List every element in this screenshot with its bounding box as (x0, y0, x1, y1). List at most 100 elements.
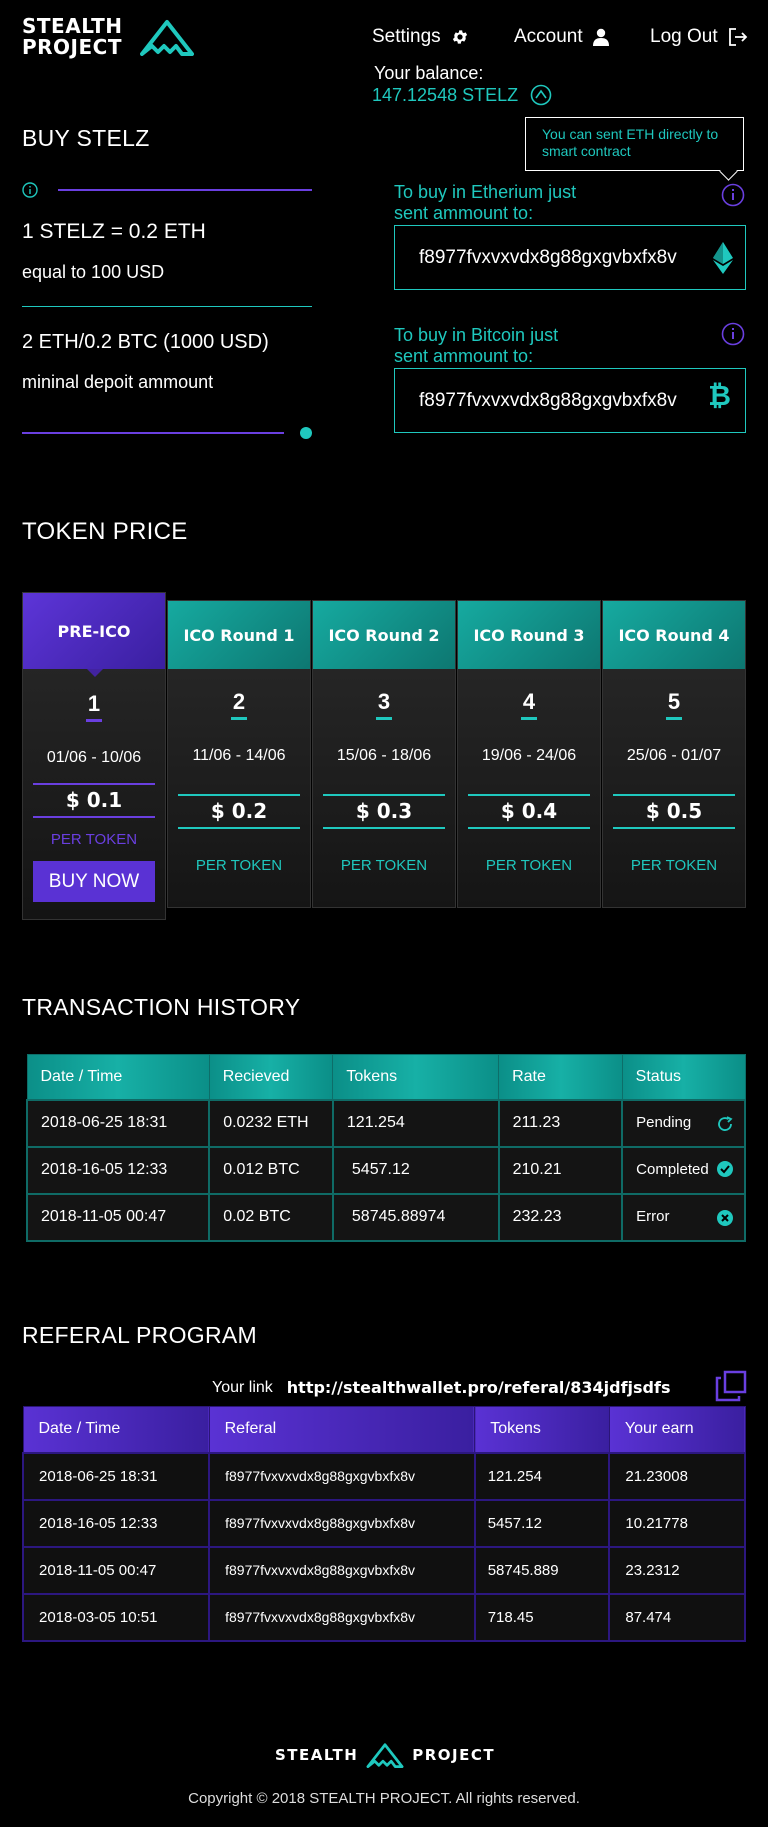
round-price: $ 0.2 (178, 794, 300, 829)
round-number: 3 (375, 689, 393, 720)
gear-icon (452, 30, 467, 44)
cell-earn: 87.474 (608, 1592, 746, 1642)
column-header[interactable]: Date / Time (22, 1406, 210, 1453)
eth-address[interactable]: f8977fvxvxvdx8g88gxgvbxfx8v (419, 247, 687, 269)
round-card-3: ICO Round 3 4 19/06 - 24/06 $ 0.4 PER TO… (457, 600, 601, 908)
cell-rate: 232.23 (497, 1192, 624, 1242)
round-number: 5 (665, 689, 683, 720)
balance: 147.12548 STELZ (372, 84, 552, 106)
refresh-icon[interactable] (716, 1115, 734, 1133)
transaction-table: Date / Time Recieved Tokens Rate Status … (25, 1054, 746, 1242)
round-name: ICO Round 3 (458, 601, 600, 669)
column-header[interactable]: Referal (208, 1406, 476, 1453)
nav-account[interactable]: Account (514, 26, 609, 48)
brand-line1: STEALTH (22, 14, 123, 38)
eth-address-field[interactable]: f8977fvxvxvdx8g88gxgvbxfx8v (394, 225, 746, 290)
btc-label-line2: sent ammount to: (394, 346, 534, 366)
round-number: 1 (85, 691, 103, 722)
round-price: $ 0.1 (33, 783, 155, 818)
copy-icon[interactable] (715, 1370, 747, 1402)
footer-logo-right: PROJECT (412, 1746, 496, 1764)
round-card-2: ICO Round 2 3 15/06 - 18/06 $ 0.3 PER TO… (312, 600, 456, 908)
transaction-history-title: TRANSACTION HISTORY (22, 994, 301, 1020)
cell-received: 0.0232 ETH (208, 1098, 334, 1148)
ethereum-icon (713, 242, 733, 274)
divider (22, 432, 284, 434)
round-dates: 25/06 - 01/07 (626, 747, 722, 764)
cell-date: 2018-03-05 10:51 (21, 1592, 211, 1642)
cell-rate: 210.21 (497, 1145, 624, 1195)
balance-value: 147.12548 STELZ (372, 84, 519, 105)
brand-logo[interactable]: STEALTH PROJECT (22, 16, 123, 58)
btc-address[interactable]: f8977fvxvxvdx8g88gxgvbxfx8v (419, 390, 687, 412)
referal-link-url[interactable]: http://stealthwallet.pro/referal/834jdfj… (287, 1378, 671, 1397)
column-header[interactable]: Date / Time (26, 1054, 210, 1100)
per-token-label: PER TOKEN (485, 857, 573, 874)
token-price-title: TOKEN PRICE (22, 518, 188, 545)
cell-date: 2018-11-05 00:47 (21, 1545, 211, 1595)
info-icon[interactable] (22, 182, 38, 198)
column-header[interactable]: Tokens (474, 1406, 610, 1453)
round-price: $ 0.3 (323, 794, 445, 829)
slider-dot[interactable] (300, 427, 312, 439)
status-text: Completed (636, 1161, 709, 1178)
round-dates: 15/06 - 18/06 (336, 747, 432, 764)
nav-settings[interactable]: Settings (372, 26, 469, 48)
cell-referal: f8977fvxvxvdx8g88gxgvbxfx8v (208, 1592, 476, 1642)
info-icon[interactable] (721, 322, 745, 346)
cell-tokens: 58745.88974 (331, 1192, 500, 1242)
cell-received: 0.012 BTC (208, 1145, 334, 1195)
round-card-pre-ico: PRE-ICO 1 01/06 - 10/06 $ 0.1 PER TOKEN … (22, 592, 166, 920)
bitcoin-icon: ₿ (708, 379, 731, 412)
divider (22, 306, 312, 307)
round-name: ICO Round 4 (603, 601, 745, 669)
cell-tokens: 718.45 (473, 1592, 611, 1642)
info-icon[interactable] (721, 183, 745, 207)
cell-status: Completed (621, 1145, 746, 1195)
round-price: $ 0.4 (468, 794, 590, 829)
rate-usd: equal to 100 USD (22, 262, 165, 282)
table-header-row: Date / Time Recieved Tokens Rate Status (26, 1054, 746, 1100)
cell-date: 2018-11-05 00:47 (25, 1192, 211, 1242)
balance-label: Your balance: (374, 63, 484, 83)
round-name: ICO Round 2 (313, 601, 455, 669)
column-header[interactable]: Your earn (608, 1406, 746, 1453)
eth-label-line2: sent ammount to: (394, 203, 534, 223)
user-icon (592, 28, 609, 46)
cell-referal: f8977fvxvxvdx8g88gxgvbxfx8v (208, 1451, 476, 1501)
mountain-badge-icon (530, 84, 552, 106)
eth-label-line1: To buy in Etherium just (394, 182, 577, 202)
buy-title: BUY STELZ (22, 125, 150, 151)
table-row: 2018-06-25 18:31 0.0232 ETH 121.254 211.… (25, 1098, 746, 1148)
column-header[interactable]: Recieved (208, 1054, 334, 1100)
buy-now-button[interactable]: BUY NOW (33, 861, 155, 902)
min-deposit: 2 ETH/0.2 BTC (1000 USD) (22, 331, 269, 353)
cell-earn: 23.2312 (608, 1545, 746, 1595)
nav-logout[interactable]: Log Out (650, 26, 748, 48)
error-icon (717, 1209, 733, 1226)
column-header[interactable]: Rate (498, 1054, 623, 1100)
mountain-logo-icon (366, 1743, 404, 1768)
column-header[interactable]: Status (621, 1054, 746, 1100)
status-text: Error (636, 1208, 670, 1225)
table-row: 2018-03-05 10:51 f8977fvxvxvdx8g88gxgvbx… (21, 1592, 746, 1642)
footer-logo-left: STEALTH (275, 1746, 359, 1764)
btc-address-field[interactable]: f8977fvxvxvdx8g88gxgvbxfx8v ₿ (394, 368, 746, 433)
referal-link: Your link http://stealthwallet.pro/refer… (212, 1378, 670, 1397)
nav-account-label: Account (514, 26, 583, 47)
cell-status: Pending (621, 1098, 746, 1148)
cell-rate: 211.23 (497, 1098, 624, 1148)
cell-date: 2018-06-25 18:31 (21, 1451, 211, 1501)
nav-logout-label: Log Out (650, 26, 718, 47)
cell-tokens: 121.254 (473, 1451, 611, 1501)
referal-title: REFERAL PROGRAM (22, 1322, 257, 1348)
cell-status: Error (621, 1192, 746, 1242)
table-row: 2018-11-05 00:47 f8977fvxvxvdx8g88gxgvbx… (21, 1545, 746, 1595)
column-header[interactable]: Tokens (332, 1054, 500, 1100)
footer-logo[interactable]: STEALTH PROJECT (275, 1742, 495, 1768)
cell-earn: 21.23008 (608, 1451, 746, 1501)
round-name: ICO Round 1 (168, 601, 310, 669)
round-dates: 01/06 - 10/06 (46, 749, 142, 766)
cell-tokens: 5457.12 (473, 1498, 611, 1548)
table-row: 2018-16-05 12:33 f8977fvxvxvdx8g88gxgvbx… (21, 1498, 746, 1548)
